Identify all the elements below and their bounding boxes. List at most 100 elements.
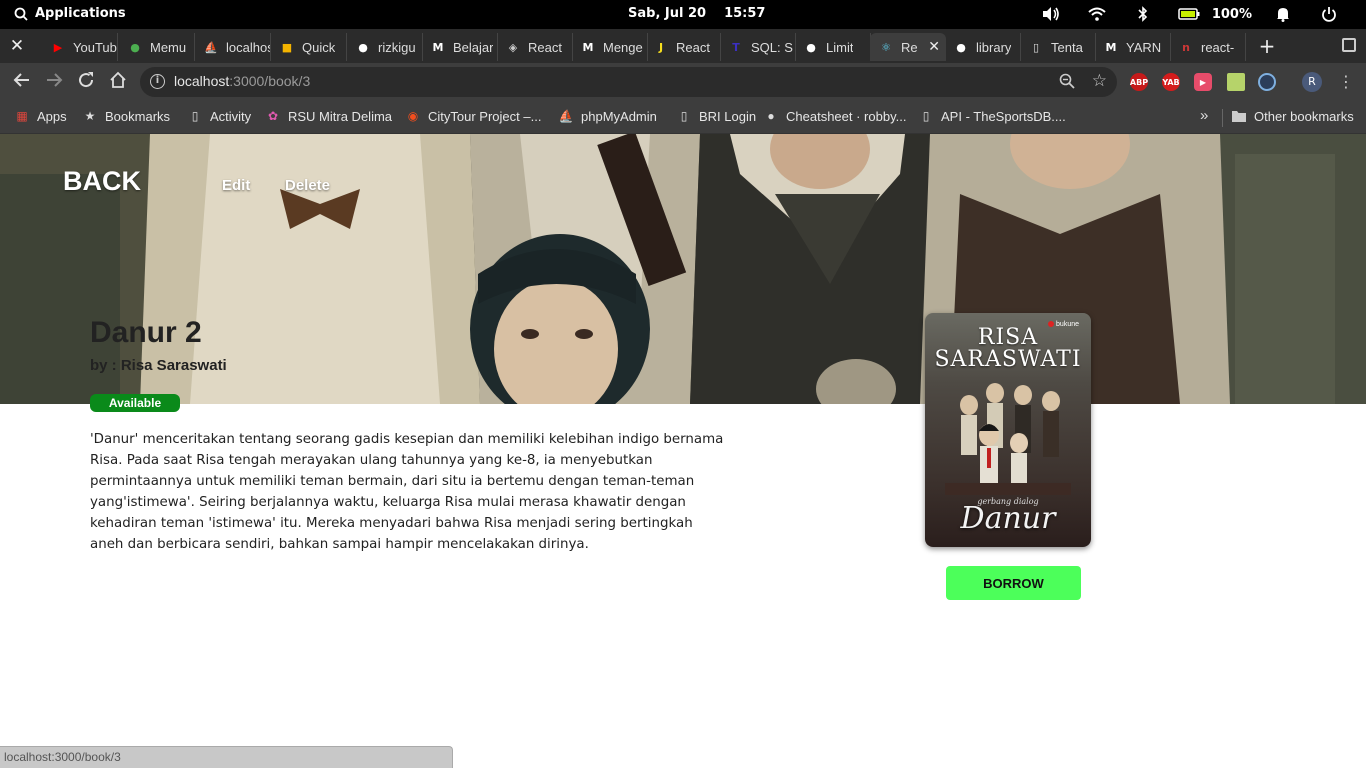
bluetooth-icon[interactable] bbox=[1120, 5, 1166, 23]
close-window-icon[interactable]: ✕ bbox=[6, 37, 28, 55]
menu-kebab-icon[interactable]: ⋮ bbox=[1338, 72, 1354, 92]
borrow-button[interactable]: BORROW bbox=[946, 566, 1081, 600]
tab-label: React bbox=[528, 39, 562, 55]
bookmark-label: phpMyAdmin bbox=[581, 108, 657, 124]
bookmark-label: RSU Mitra Delima bbox=[288, 108, 393, 124]
site-info-icon[interactable]: i bbox=[150, 74, 165, 89]
tab-label: Re bbox=[901, 39, 918, 55]
browser-tab[interactable]: ■ Quick bbox=[271, 33, 347, 61]
bookmark-item[interactable]: ◉ CityTour Project –... bbox=[405, 108, 542, 124]
time-text: 15:57 bbox=[724, 6, 766, 21]
folder-icon bbox=[1231, 108, 1247, 124]
browser-tab[interactable]: n react- bbox=[1170, 33, 1246, 61]
tab-search-icon[interactable] bbox=[1342, 38, 1356, 52]
search-icon bbox=[14, 7, 28, 21]
figma-icon: ◉ bbox=[407, 109, 419, 123]
edit-link[interactable]: Edit bbox=[222, 177, 250, 194]
react-icon: ⚛ bbox=[881, 40, 891, 54]
volume-icon[interactable] bbox=[1028, 5, 1074, 23]
bookmark-item[interactable]: ▯ Activity bbox=[187, 108, 251, 124]
new-tab-button[interactable]: + bbox=[1254, 35, 1280, 59]
back-link[interactable]: BACK bbox=[63, 166, 141, 197]
battery-icon[interactable] bbox=[1166, 5, 1212, 23]
delete-link[interactable]: Delete bbox=[285, 177, 330, 194]
youtube-icon: ▶ bbox=[53, 40, 63, 54]
browser-tab[interactable]: ▶ YouTube bbox=[42, 33, 118, 61]
bookmark-label: CityTour Project –... bbox=[428, 108, 542, 124]
bookmark-star-icon[interactable]: ☆ bbox=[1092, 71, 1107, 91]
bookmark-label: Activity bbox=[210, 108, 252, 124]
more-bookmarks-chevron-icon[interactable]: » bbox=[1200, 107, 1208, 124]
bookmark-item[interactable]: ● Cheatsheet · robby... bbox=[763, 108, 906, 124]
tab-label: localhost bbox=[226, 39, 270, 55]
clock[interactable]: Sab, Jul 20 15:57 bbox=[628, 6, 765, 21]
tab-label: Menge bbox=[603, 39, 643, 55]
react-devtools-extension-icon[interactable] bbox=[1258, 73, 1276, 91]
system-tray: 100% bbox=[1028, 5, 1352, 23]
applications-menu[interactable]: Applications bbox=[14, 6, 126, 21]
browser-tab[interactable]: ● Limit bbox=[795, 33, 871, 61]
tab-label: react- bbox=[1201, 39, 1235, 55]
github-icon: ● bbox=[358, 40, 368, 54]
star-icon: ★ bbox=[84, 109, 96, 123]
bookmark-label: API - TheSportsDB.... bbox=[941, 108, 1066, 124]
doc-icon: ▯ bbox=[922, 109, 930, 123]
browser-tab[interactable]: ● library bbox=[945, 33, 1021, 61]
bookmark-item[interactable]: ★ Bookmarks bbox=[82, 108, 170, 124]
back-arrow-icon[interactable] bbox=[11, 71, 33, 93]
bookmark-item[interactable]: ▯ BRI Login bbox=[676, 108, 756, 124]
doc-icon: ▯ bbox=[1032, 40, 1040, 54]
tab-label: Memu bbox=[150, 39, 187, 55]
profile-avatar[interactable]: R bbox=[1302, 72, 1322, 92]
browser-tab[interactable]: ▯ Tenta bbox=[1020, 33, 1096, 61]
npm-icon: n bbox=[1182, 40, 1190, 54]
github-icon: ● bbox=[806, 40, 816, 54]
other-bookmarks-label: Other bookmarks bbox=[1254, 108, 1354, 124]
tab-strip: ✕ ▶ YouTube ● Memu ⛵ localhost ■ Quick ● rizkigu M… bbox=[0, 29, 1366, 63]
bookmark-item[interactable]: ▦ Apps bbox=[14, 108, 66, 124]
browser-tab[interactable]: ◈ React bbox=[497, 33, 573, 61]
power-icon[interactable] bbox=[1306, 5, 1352, 23]
browser-tab[interactable]: M Menge bbox=[572, 33, 648, 61]
bookmarks-bar: ▦ Apps ★ Bookmarks ▯ Activity ✿ RSU Mitra Delim… bbox=[0, 101, 1366, 134]
reload-icon[interactable] bbox=[75, 71, 97, 93]
other-bookmarks[interactable]: Other bookmarks bbox=[1231, 108, 1354, 124]
url-text[interactable]: localhost:3000/book/3 bbox=[174, 73, 310, 89]
adblock-plus-icon[interactable]: ABP bbox=[1130, 73, 1148, 91]
notes-extension-icon[interactable] bbox=[1227, 73, 1245, 91]
tab-label: React bbox=[676, 39, 710, 55]
browser-tab[interactable]: ⛵ localhost bbox=[195, 33, 271, 61]
zoom-magnifier-icon[interactable] bbox=[1059, 73, 1075, 89]
tab-close-icon[interactable]: ✕ bbox=[928, 39, 940, 55]
browser-tab[interactable]: ● Memu bbox=[119, 33, 195, 61]
react-diamond-icon: ◈ bbox=[508, 40, 518, 54]
home-icon[interactable] bbox=[107, 71, 129, 93]
slides-icon: ■ bbox=[281, 40, 293, 54]
abp-label: ABP bbox=[1129, 77, 1149, 87]
browser-tab[interactable]: ● rizkigu bbox=[347, 33, 423, 61]
browser-tab[interactable]: M YARN bbox=[1095, 33, 1171, 61]
bookmark-item[interactable]: ▯ API - TheSportsDB.... bbox=[918, 108, 1066, 124]
wifi-icon[interactable] bbox=[1074, 5, 1120, 23]
medium-icon: M bbox=[432, 40, 444, 54]
yab-extension-icon[interactable]: YAB bbox=[1162, 73, 1180, 91]
bookmark-item[interactable]: ✿ RSU Mitra Delima bbox=[265, 108, 392, 124]
browser-tab[interactable]: J React bbox=[645, 33, 721, 61]
book-title: Danur 2 bbox=[90, 316, 202, 349]
tab-label: Tenta bbox=[1051, 39, 1083, 55]
cover-author-text: RISA SARASWATI bbox=[934, 325, 1082, 372]
browser-tab[interactable]: T SQL: S bbox=[720, 33, 796, 61]
bookmark-item[interactable]: ⛵ phpMyAdmin bbox=[558, 108, 657, 124]
notification-bell-icon[interactable] bbox=[1260, 5, 1306, 23]
phpmyadmin-icon: ⛵ bbox=[204, 40, 218, 54]
medium-icon: M bbox=[582, 40, 594, 54]
date-text: Sab, Jul 20 bbox=[628, 6, 707, 21]
browser-tab[interactable]: ⚛ Re ✕ bbox=[870, 33, 946, 61]
page-content: BACK Edit Delete Danur 2 by : Risa Saras… bbox=[0, 134, 1366, 768]
forward-arrow-icon[interactable] bbox=[43, 71, 65, 93]
video-extension-icon[interactable]: ▶ bbox=[1194, 73, 1212, 91]
bookmarks-divider bbox=[1222, 109, 1223, 127]
browser-tab[interactable]: M Belajar bbox=[422, 33, 498, 61]
address-bar[interactable]: i localhost:3000/book/3 ☆ bbox=[140, 67, 1117, 97]
bookmark-label: BRI Login bbox=[699, 108, 757, 124]
